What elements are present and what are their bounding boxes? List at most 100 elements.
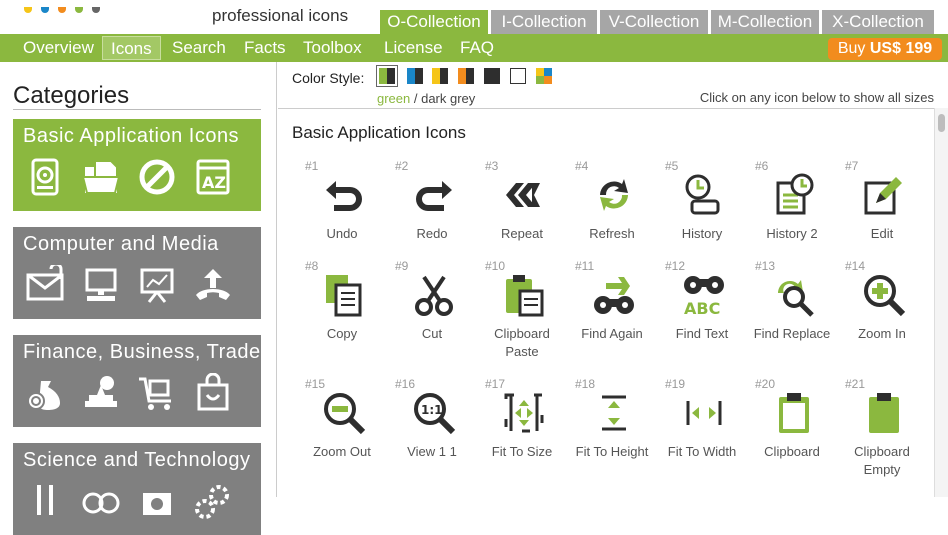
- repeat-icon: [506, 183, 540, 207]
- fit-to-height-icon: [602, 395, 626, 431]
- icon-label: Refresh: [589, 226, 635, 241]
- money-bag-icon: [27, 381, 60, 410]
- forbidden-icon: [139, 159, 175, 195]
- copy-icon: [326, 275, 362, 317]
- panel-title: Basic Application Icons: [292, 123, 466, 142]
- camera-icon: [143, 493, 171, 515]
- nav-search[interactable]: Search: [172, 36, 226, 60]
- stamp-icon: [85, 376, 117, 407]
- buy-button[interactable]: Buy US$ 199: [828, 38, 942, 60]
- icon-tile-undo[interactable]: #1 Undo: [297, 159, 387, 269]
- icon-number: #12: [665, 259, 686, 273]
- swatch-yellow[interactable]: [432, 68, 448, 84]
- swatch-blue[interactable]: [407, 68, 423, 84]
- swatch-multicolor[interactable]: [536, 68, 552, 84]
- tagline: professional icons: [212, 6, 349, 25]
- icon-tile-history-2[interactable]: #6 History 2: [747, 159, 837, 269]
- edit-icon: [864, 177, 902, 215]
- sort-az-icon: AZ: [196, 159, 230, 195]
- icon-number: #5: [665, 159, 679, 173]
- icon-label: Copy: [326, 326, 358, 341]
- hard-disk-icon: [31, 158, 59, 196]
- swatch-black[interactable]: [484, 68, 500, 84]
- icon-tile-refresh[interactable]: #4 Refresh: [567, 159, 657, 269]
- color-style-toolbar: Color Style: green / dark grey Click on …: [292, 62, 938, 108]
- icon-number: #8: [305, 259, 319, 273]
- buy-price: US$ 199: [869, 40, 933, 57]
- nav-facts[interactable]: Facts: [244, 36, 286, 60]
- icon-tile-edit[interactable]: #7 Edit: [837, 159, 927, 269]
- icon-number: #3: [485, 159, 499, 173]
- tab-i-collection[interactable]: I-Collection: [491, 10, 597, 34]
- phone-upload-icon: [196, 269, 230, 300]
- undo-icon: [326, 181, 362, 211]
- svg-text:1:1: 1:1: [421, 403, 443, 417]
- icon-label: Undo: [326, 226, 358, 241]
- header: professional icons O-Collection I-Collec…: [0, 0, 948, 34]
- tab-x-collection[interactable]: X-Collection: [822, 10, 934, 34]
- redo-icon: [416, 181, 452, 211]
- icon-label: Clipboard: [764, 444, 820, 459]
- icon-number: #15: [305, 377, 326, 391]
- tab-o-collection[interactable]: O-Collection: [380, 10, 488, 34]
- hint-text: Click on any icon below to show all size…: [699, 90, 934, 105]
- category-basic-application[interactable]: Basic Application Icons AZ: [13, 119, 261, 211]
- nav-icons[interactable]: Icons: [102, 36, 161, 60]
- icon-tile-zoom-out[interactable]: #15 Zoom Out: [297, 377, 387, 487]
- fit-to-width-icon: [686, 401, 722, 425]
- icon-label: Fit To Size: [491, 444, 553, 459]
- nav-license[interactable]: License: [384, 36, 443, 60]
- color-style-label: Color Style:: [292, 70, 365, 86]
- icon-label: Edit: [870, 226, 894, 241]
- icon-number: #9: [395, 259, 409, 273]
- swatch-white[interactable]: [510, 68, 526, 84]
- swatch-green-darkgrey[interactable]: [376, 65, 398, 87]
- icon-tile-find-replace[interactable]: #13 Find Replace: [747, 259, 837, 369]
- icon-tile-fit-to-width[interactable]: #19 Fit To Width: [657, 377, 747, 487]
- icon-tile-clipboard[interactable]: #20 Clipboard: [747, 377, 837, 487]
- binoculars-icon: [82, 492, 120, 514]
- icon-tile-find-again[interactable]: #11 Find Again: [567, 259, 657, 369]
- clipboard-empty-icon: [869, 393, 899, 433]
- swatch-caption: green / dark grey: [377, 91, 476, 106]
- icon-tile-zoom-in[interactable]: #14 Zoom In: [837, 259, 927, 369]
- presentation-board-icon: [140, 268, 174, 303]
- nav-overview[interactable]: Overview: [23, 36, 94, 60]
- scrollbar-thumb[interactable]: [938, 114, 945, 132]
- icon-tile-clipboard-empty[interactable]: #21 Clipboard Empty: [837, 377, 927, 487]
- icon-label: History: [681, 226, 723, 241]
- icon-tile-fit-to-height[interactable]: #18 Fit To Height: [567, 377, 657, 487]
- category-finance-business[interactable]: Finance, Business, Trade: [13, 335, 261, 427]
- icon-tile-view-1-1[interactable]: #16 1:1 View 1 1: [387, 377, 477, 487]
- icon-tile-clipboard-paste[interactable]: #10 Clipboard Paste: [477, 259, 567, 369]
- nav-faq[interactable]: FAQ: [460, 36, 494, 60]
- icon-panel: Basic Application Icons #1 Undo #2 Redo …: [278, 108, 934, 497]
- swatch-orange[interactable]: [458, 68, 474, 84]
- tab-v-collection[interactable]: V-Collection: [600, 10, 708, 34]
- tab-m-collection[interactable]: M-Collection: [711, 10, 819, 34]
- icon-tile-redo[interactable]: #2 Redo: [387, 159, 477, 269]
- collection-tabs: O-Collection I-Collection V-Collection M…: [380, 10, 934, 34]
- shopping-cart-icon: [139, 377, 171, 410]
- icon-tile-fit-to-size[interactable]: #17 Fit To Size: [477, 377, 567, 487]
- icon-tile-copy[interactable]: #8 Copy: [297, 259, 387, 369]
- scrollbar[interactable]: [934, 108, 948, 497]
- icon-label: Cut: [421, 326, 443, 341]
- sidebar-divider: [276, 62, 277, 497]
- logo-dots: [24, 0, 109, 13]
- icon-number: #20: [755, 377, 776, 391]
- icon-tile-history[interactable]: #5 History: [657, 159, 747, 269]
- category-computer-media[interactable]: Computer and Media: [13, 227, 261, 319]
- icon-label: Clipboard Empty: [854, 444, 910, 477]
- icon-label: Repeat: [501, 226, 543, 241]
- icon-label: Find Text: [675, 326, 729, 341]
- icon-number: #16: [395, 377, 416, 391]
- fit-to-size-icon: [504, 393, 544, 433]
- nav-toolbox[interactable]: Toolbox: [303, 36, 362, 60]
- zoom-out-icon: [324, 393, 366, 435]
- category-title: Science and Technology: [23, 449, 251, 471]
- category-science-technology[interactable]: Science and Technology: [13, 443, 261, 535]
- icon-tile-find-text[interactable]: #12 ABC Find Text: [657, 259, 747, 369]
- icon-tile-repeat[interactable]: #3 Repeat: [477, 159, 567, 269]
- icon-tile-cut[interactable]: #9 Cut: [387, 259, 477, 369]
